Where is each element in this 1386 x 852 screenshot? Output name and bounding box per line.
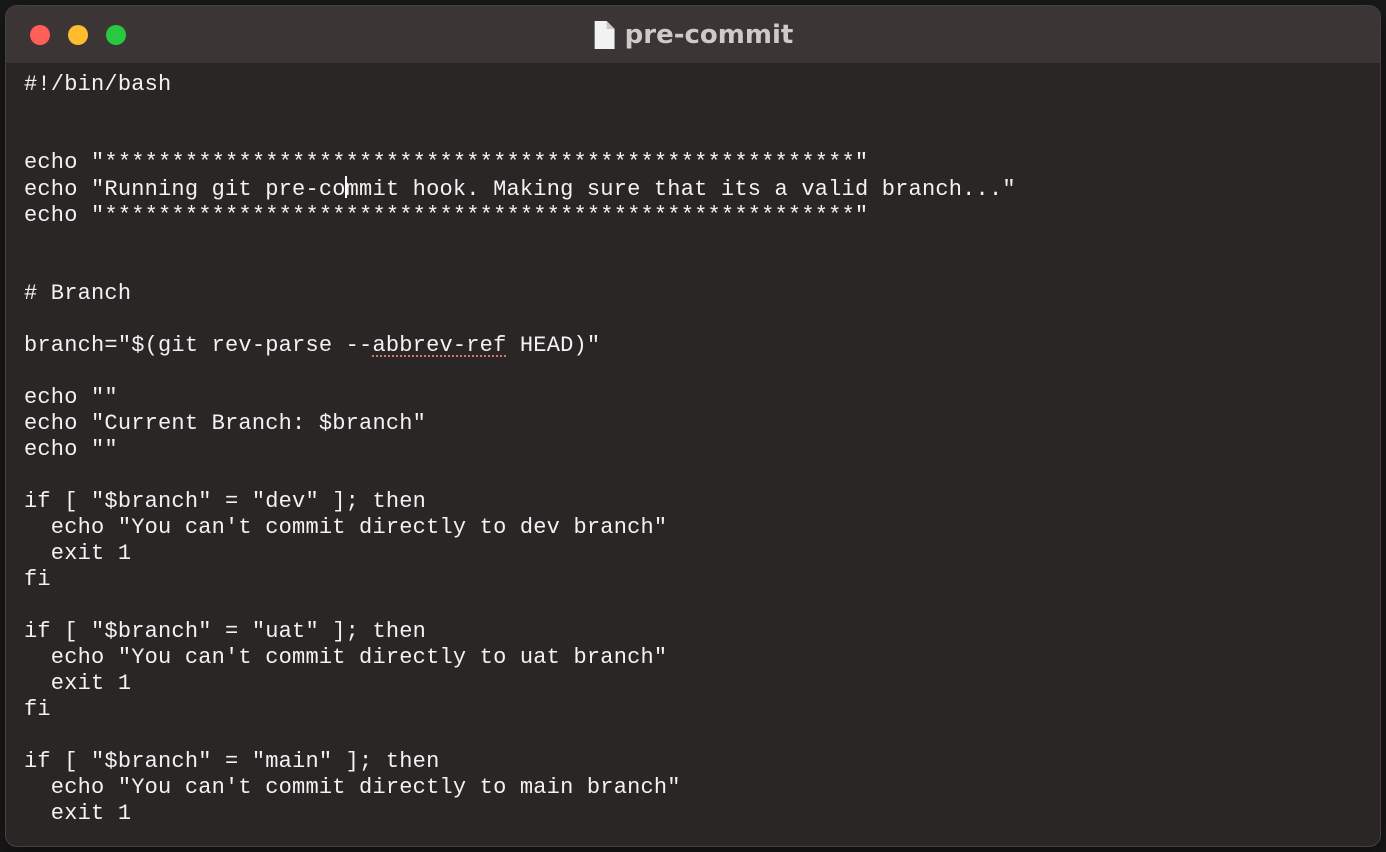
code-line-part: branch="$(git rev-parse -- [24, 333, 372, 358]
code-line-part: HEAD)" [507, 333, 601, 358]
code-line: exit 1 [24, 801, 131, 826]
window-title: pre-commit [625, 20, 794, 50]
zoom-button[interactable] [106, 25, 126, 45]
code-line: echo "" [24, 385, 118, 410]
code-line: #!/bin/bash [24, 72, 171, 97]
code-line: exit 1 [24, 671, 131, 696]
text-editor[interactable]: #!/bin/bash echo "**********************… [6, 64, 1380, 846]
code-line: echo "Current Branch: $branch" [24, 411, 426, 436]
code-line: # Branch [24, 281, 131, 306]
code-line: if [ "$branch" = "main" ]; then [24, 749, 439, 774]
code-line: echo "You can't commit directly to uat b… [24, 645, 667, 670]
code-line: echo "**********************************… [24, 203, 868, 228]
code-line: fi [24, 697, 51, 722]
window-title-group: pre-commit [593, 20, 794, 50]
code-line-part: mmit hook. Making sure that its a valid … [346, 177, 1016, 202]
code-line: echo "" [24, 437, 118, 462]
code-line: echo "You can't commit directly to dev b… [24, 515, 667, 540]
code-line: if [ "$branch" = "uat" ]; then [24, 619, 426, 644]
code-line: if [ "$branch" = "dev" ]; then [24, 489, 426, 514]
editor-window: pre-commit #!/bin/bash echo "***********… [5, 5, 1381, 847]
file-icon [593, 21, 615, 49]
minimize-button[interactable] [68, 25, 88, 45]
close-button[interactable] [30, 25, 50, 45]
spell-error: abbrev-ref [372, 333, 506, 358]
code-line: echo "You can't commit directly to main … [24, 775, 681, 800]
code-line: exit 1 [24, 541, 131, 566]
code-line-part: echo "Running git pre-co [24, 177, 346, 202]
titlebar[interactable]: pre-commit [6, 6, 1380, 64]
traffic-lights [6, 25, 126, 45]
code-line: echo "**********************************… [24, 150, 868, 175]
code-line: fi [24, 567, 51, 592]
